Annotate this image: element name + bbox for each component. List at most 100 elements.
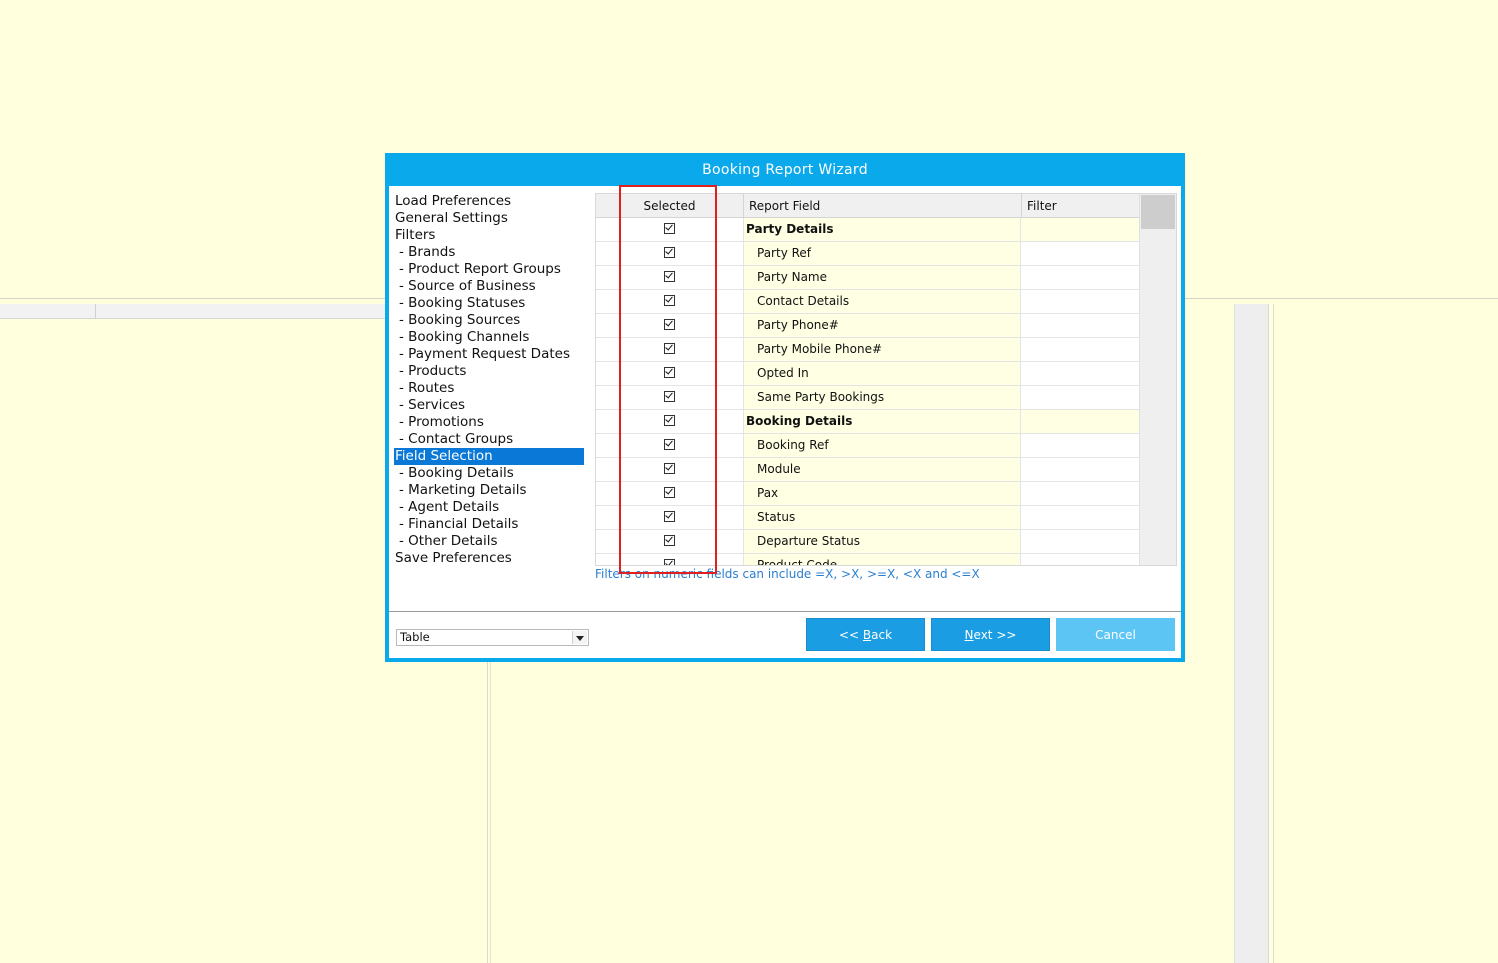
wizard-step-item[interactable]: - Booking Channels (394, 329, 584, 346)
filter-cell[interactable] (1021, 314, 1139, 337)
scrollbar-thumb[interactable] (1141, 195, 1175, 229)
cancel-button[interactable]: Cancel (1056, 618, 1175, 651)
background-scrollbar[interactable] (1235, 304, 1269, 963)
field-checkbox[interactable] (664, 558, 675, 565)
selected-cell (596, 314, 743, 337)
table-row: Party Phone# (596, 314, 1139, 338)
filter-cell[interactable] (1021, 482, 1139, 505)
wizard-step-item[interactable]: Filters (394, 227, 584, 244)
wizard-step-item[interactable]: Load Preferences (394, 193, 584, 210)
filter-cell[interactable] (1021, 290, 1139, 313)
report-field-cell: Party Ref (743, 242, 1021, 265)
checkmark-icon (665, 534, 673, 543)
wizard-step-item[interactable]: - Source of Business (394, 278, 584, 295)
column-header-selected[interactable]: Selected (596, 194, 743, 217)
wizard-step-item[interactable]: - Financial Details (394, 516, 584, 533)
selected-cell (596, 434, 743, 457)
grid-vertical-scrollbar[interactable] (1139, 194, 1176, 565)
background-panel-edge-right (1273, 304, 1274, 963)
column-header-filter[interactable]: Filter (1021, 194, 1139, 217)
wizard-step-item[interactable]: - Product Report Groups (394, 261, 584, 278)
filter-cell[interactable] (1021, 530, 1139, 553)
selected-cell (596, 290, 743, 313)
filter-cell[interactable] (1021, 410, 1139, 433)
filter-cell[interactable] (1021, 338, 1139, 361)
table-row: Departure Status (596, 530, 1139, 554)
next-button[interactable]: Next >> (931, 618, 1050, 651)
filter-cell[interactable] (1021, 242, 1139, 265)
wizard-step-item[interactable]: - Payment Request Dates (394, 346, 584, 363)
filter-cell[interactable] (1021, 506, 1139, 529)
field-checkbox[interactable] (664, 246, 675, 258)
table-row: Booking Ref (596, 434, 1139, 458)
field-checkbox[interactable] (664, 342, 675, 354)
table-row: Party Details (596, 218, 1139, 242)
wizard-step-item[interactable]: Save Preferences (394, 550, 584, 567)
wizard-step-item[interactable]: - Products (394, 363, 584, 380)
selected-cell (596, 410, 743, 433)
filter-cell[interactable] (1021, 362, 1139, 385)
checkmark-icon (665, 342, 673, 351)
report-field-cell: Contact Details (743, 290, 1021, 313)
selected-cell (596, 482, 743, 505)
back-button-prefix: << (838, 628, 863, 642)
checkmark-icon (665, 558, 673, 565)
background-right-panel (1186, 304, 1269, 963)
chevron-down-icon[interactable] (572, 631, 587, 644)
filter-cell[interactable] (1021, 554, 1139, 565)
field-checkbox[interactable] (664, 366, 675, 378)
group-label-cell: Party Details (743, 218, 1021, 241)
wizard-step-item[interactable]: - Agent Details (394, 499, 584, 516)
column-header-report-field[interactable]: Report Field (743, 194, 1021, 217)
wizard-step-item[interactable]: General Settings (394, 210, 584, 227)
selected-cell (596, 218, 743, 241)
report-field-cell: Party Mobile Phone# (743, 338, 1021, 361)
report-field-cell: Departure Status (743, 530, 1021, 553)
field-checkbox[interactable] (664, 294, 675, 306)
output-format-select[interactable]: Table (396, 629, 589, 646)
filter-cell[interactable] (1021, 218, 1139, 241)
filter-cell[interactable] (1021, 386, 1139, 409)
field-checkbox[interactable] (664, 222, 675, 234)
grid-rows: Party Details Party Ref Party Name Contact … (596, 218, 1139, 565)
field-checkbox[interactable] (664, 438, 675, 450)
field-checkbox[interactable] (664, 390, 675, 402)
wizard-step-item[interactable]: - Routes (394, 380, 584, 397)
wizard-step-item[interactable]: - Booking Sources (394, 312, 584, 329)
back-button[interactable]: << Back (806, 618, 925, 651)
filter-cell[interactable] (1021, 434, 1139, 457)
report-field-cell: Opted In (743, 362, 1021, 385)
wizard-step-item[interactable]: Field Selection (394, 448, 584, 465)
wizard-step-item[interactable]: - Brands (394, 244, 584, 261)
wizard-step-item[interactable]: - Contact Groups (394, 431, 584, 448)
field-checkbox[interactable] (664, 270, 675, 282)
field-checkbox[interactable] (664, 462, 675, 474)
checkmark-icon (665, 438, 673, 447)
report-field-cell: Status (743, 506, 1021, 529)
wizard-step-item[interactable]: - Booking Details (394, 465, 584, 482)
checkmark-icon (665, 462, 673, 471)
field-checkbox[interactable] (664, 414, 675, 426)
field-checkbox[interactable] (664, 510, 675, 522)
grid-header: Selected Report Field Filter (596, 194, 1139, 218)
wizard-step-item[interactable]: - Promotions (394, 414, 584, 431)
field-checkbox[interactable] (664, 318, 675, 330)
table-row: Booking Details (596, 410, 1139, 434)
wizard-step-item[interactable]: - Marketing Details (394, 482, 584, 499)
selected-cell (596, 530, 743, 553)
filter-cell[interactable] (1021, 266, 1139, 289)
field-checkbox[interactable] (664, 486, 675, 498)
next-button-accesskey: N (964, 628, 974, 642)
table-row: Party Mobile Phone# (596, 338, 1139, 362)
table-row: Party Ref (596, 242, 1139, 266)
checkmark-icon (665, 390, 673, 399)
report-field-cell: Booking Ref (743, 434, 1021, 457)
checkmark-icon (665, 270, 673, 279)
wizard-step-item[interactable]: - Services (394, 397, 584, 414)
checkmark-icon (665, 294, 673, 303)
field-checkbox[interactable] (664, 534, 675, 546)
wizard-step-item[interactable]: - Other Details (394, 533, 584, 550)
filter-cell[interactable] (1021, 458, 1139, 481)
wizard-step-item[interactable]: - Booking Statuses (394, 295, 584, 312)
field-selection-grid: Selected Report Field Filter Party Detai… (595, 193, 1177, 566)
